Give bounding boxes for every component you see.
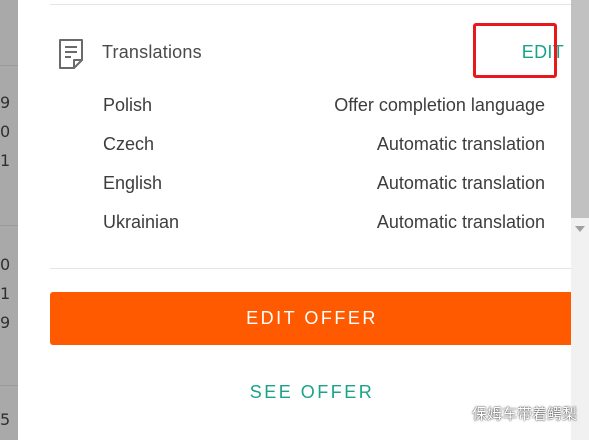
background-page: 9 0 1 0 1 9 5 [0,0,18,440]
document-icon [57,38,85,70]
translation-row: Czech Automatic translation [103,134,545,158]
translation-status: Automatic translation [376,134,545,154]
background-divider [0,65,18,66]
translation-row: Ukrainian Automatic translation [103,212,545,236]
edit-offer-button[interactable]: EDIT OFFER [50,292,571,345]
background-number: 1 [0,153,10,169]
edit-translations-link[interactable]: EDIT [522,42,564,63]
background-number: 9 [0,315,10,331]
translation-status: Automatic translation [376,212,545,232]
scroll-down-arrow-icon[interactable] [575,226,585,232]
watermark: 保姆车带着鳄梨 [444,402,577,424]
language-name: Ukrainian [103,212,180,232]
wechat-logo-icon [444,404,466,422]
background-number: 5 [0,412,10,428]
top-divider [50,4,571,5]
language-name: Polish [103,95,153,115]
modal-scrollbar[interactable] [571,0,589,440]
watermark-text: 保姆车带着鳄梨 [472,404,578,423]
background-divider [0,385,18,386]
section-divider [50,268,571,269]
background-divider [0,225,18,226]
language-name: English [103,173,163,193]
background-number: 9 [0,95,10,111]
scrollbar-thumb[interactable] [571,0,589,218]
translation-status: Offer completion language [334,95,545,115]
translation-status: Automatic translation [376,173,545,193]
translation-row: Polish Offer completion language [103,95,545,119]
screenshot-viewport: 9 0 1 0 1 9 5 Translations EDIT Polish O… [0,0,589,440]
translations-title: Translations [102,42,202,62]
offer-summary-modal: Translations EDIT Polish Offer completio… [18,0,571,440]
background-number: 0 [0,124,10,140]
language-name: Czech [103,134,155,154]
background-number: 0 [0,257,10,273]
background-number: 1 [0,286,10,302]
translation-row: English Automatic translation [103,173,545,197]
translations-section-header: Translations EDIT [50,35,571,75]
